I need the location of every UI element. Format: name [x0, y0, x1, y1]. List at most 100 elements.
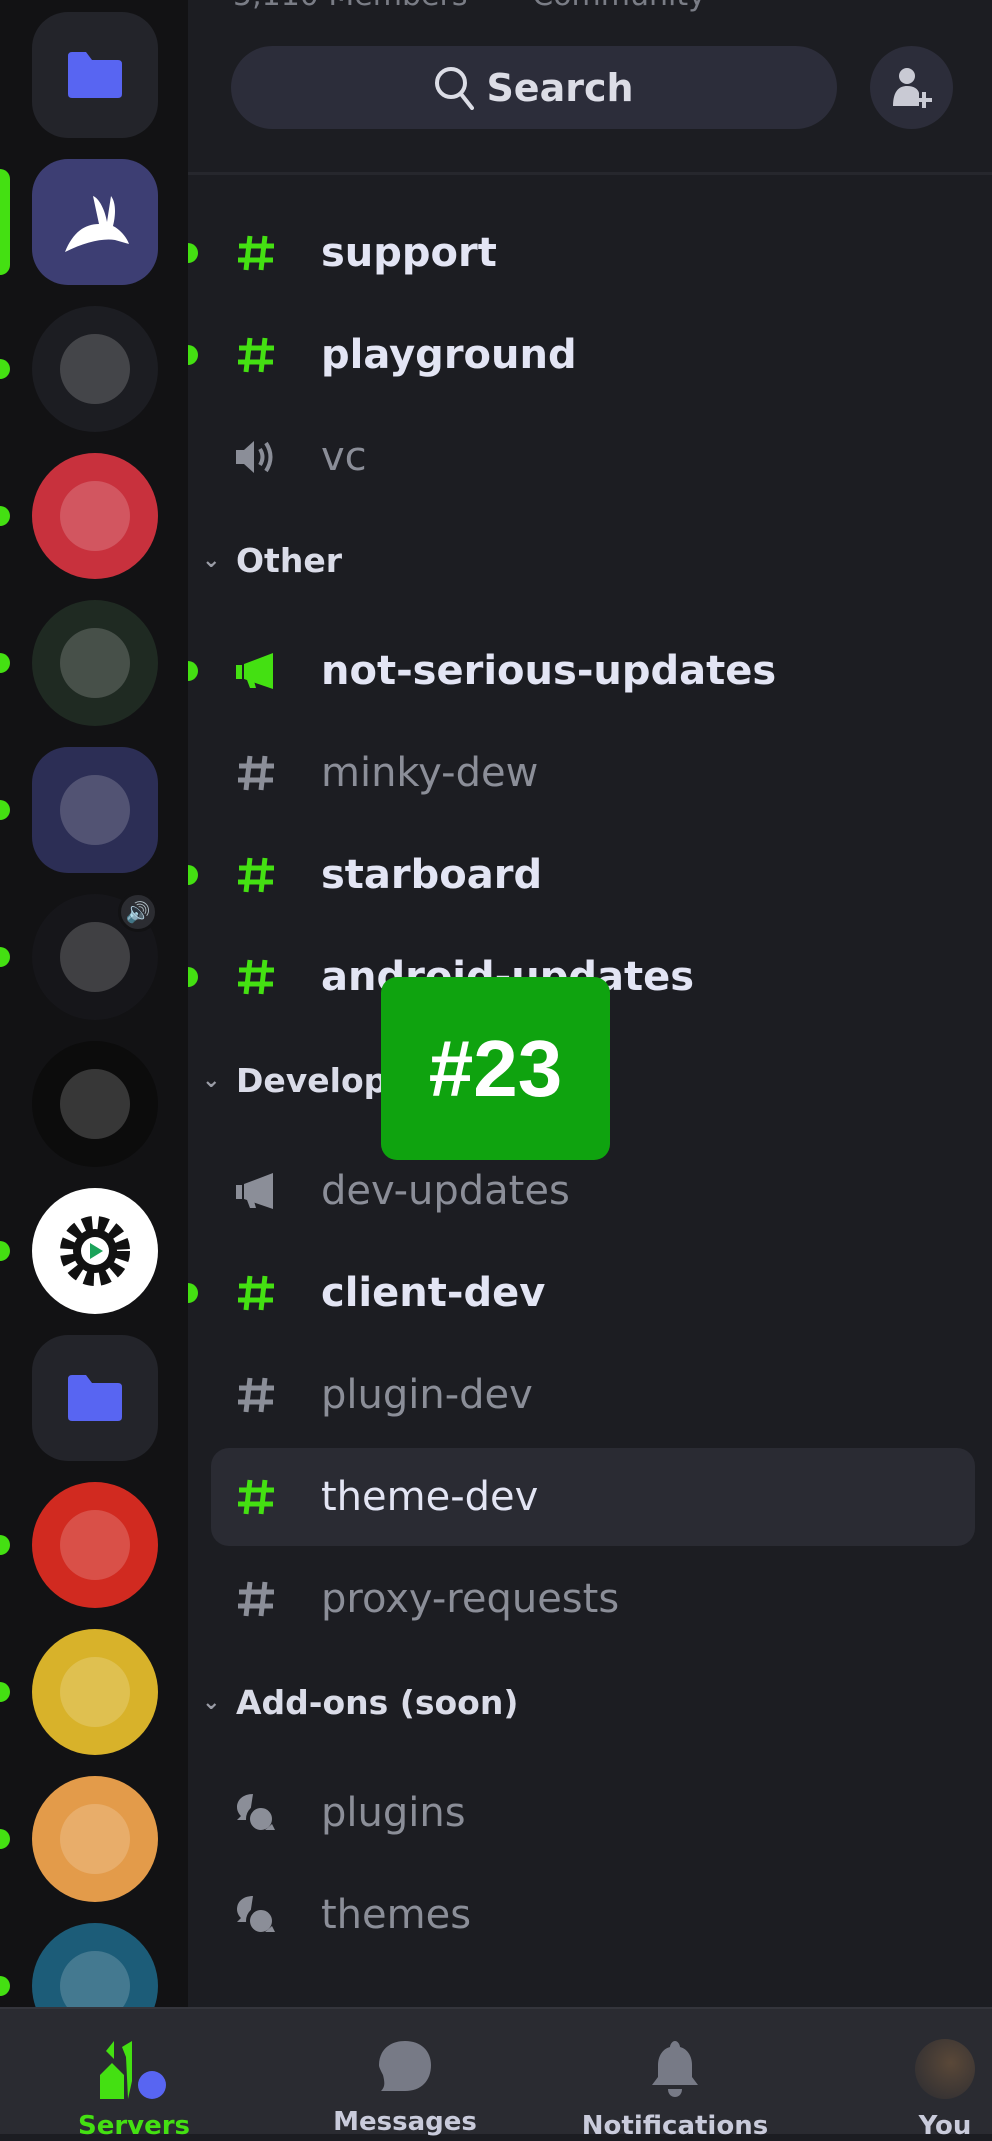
- nav-label: Messages: [333, 2107, 477, 2137]
- unread-indicator: [0, 800, 10, 820]
- hashtag-icon: [233, 332, 279, 378]
- server-red-phone-server[interactable]: [32, 453, 158, 579]
- chevron-down-icon: ⌄: [202, 548, 221, 573]
- channel-label: client-dev: [321, 1270, 546, 1316]
- server-folder[interactable]: [32, 12, 158, 138]
- server-m-glitch-server[interactable]: [32, 1041, 158, 1167]
- server-gear-play-server[interactable]: [32, 1188, 158, 1314]
- server-rail: 🔊: [0, 0, 188, 2007]
- channel-label: themes: [321, 1892, 472, 1938]
- server-info: 5,110 Members • Community: [233, 0, 706, 13]
- server-portrait-server[interactable]: [32, 1629, 158, 1755]
- channel-support[interactable]: support: [188, 204, 975, 302]
- nav-label: Notifications: [581, 2111, 769, 2141]
- server-avatar: [60, 1804, 130, 1874]
- folder-icon: [68, 52, 122, 98]
- voice-speaker-icon: 🔊: [118, 892, 158, 932]
- unread-indicator: [188, 865, 198, 885]
- server-tiger-server[interactable]: [32, 1482, 158, 1608]
- server-folder-2[interactable]: [32, 1335, 158, 1461]
- channel-label: plugins: [321, 1790, 466, 1836]
- user-avatar: [915, 2039, 975, 2099]
- server-avatar: [60, 1510, 130, 1580]
- megaphone-icon: [233, 1168, 279, 1214]
- server-avatar: [60, 775, 130, 845]
- server-green-a-server[interactable]: [32, 600, 158, 726]
- channel-proxy-requests[interactable]: proxy-requests: [211, 1550, 975, 1648]
- server-avatar: [60, 481, 130, 551]
- unread-indicator: [0, 359, 10, 379]
- unread-indicator: [0, 1241, 10, 1261]
- member-count: 5,110 Members: [233, 0, 467, 13]
- channel-label: theme-dev: [321, 1474, 539, 1520]
- chevron-down-icon: ⌄: [202, 1068, 221, 1093]
- chevron-down-icon: ⌄: [202, 1690, 221, 1715]
- server-avatar: [60, 1657, 130, 1727]
- channel-vc[interactable]: vc: [211, 408, 975, 506]
- hashtag-icon: [233, 750, 279, 796]
- channel-label: playground: [321, 332, 577, 378]
- divider: [188, 172, 992, 175]
- nav-label: Servers: [77, 2111, 191, 2141]
- server-rabbit-server[interactable]: [32, 159, 158, 285]
- hashtag-icon: [233, 954, 279, 1000]
- nav-messages[interactable]: Messages: [305, 2009, 505, 2137]
- speaker-icon: [233, 434, 279, 480]
- unread-indicator: [0, 1535, 10, 1555]
- channel-label: plugin-dev: [321, 1372, 533, 1418]
- channel-starboard[interactable]: starboard: [188, 826, 975, 924]
- server-orange-x-server[interactable]: [32, 1776, 158, 1902]
- forum-icon: [233, 1790, 279, 1836]
- hashtag-icon: [233, 1474, 279, 1520]
- unread-indicator: [188, 243, 198, 263]
- server-rainbow-phone-server[interactable]: [32, 306, 158, 432]
- separator: •: [491, 0, 509, 13]
- bottom-nav: Servers Messages Notifications You: [0, 2007, 992, 2141]
- channel-label: minky-dew: [321, 750, 539, 796]
- nav-you[interactable]: You: [845, 2009, 992, 2141]
- bell-icon: [652, 2041, 698, 2097]
- channel-not-serious-updates[interactable]: not-serious-updates: [188, 622, 975, 720]
- gear-icon: [60, 1216, 130, 1286]
- channel-plugin-dev[interactable]: plugin-dev: [211, 1346, 975, 1444]
- unread-indicator: [0, 653, 10, 673]
- server-avatar: [60, 1069, 130, 1139]
- channel-themes[interactable]: themes: [211, 1866, 975, 1964]
- forum-icon: [233, 1892, 279, 1938]
- category-label: Other: [236, 541, 342, 580]
- channel-label: not-serious-updates: [321, 648, 777, 694]
- servers-icon: [100, 2041, 166, 2099]
- category-add-ons-soon-[interactable]: ⌄ Add-ons (soon): [202, 1683, 518, 1722]
- category-label: Add-ons (soon): [236, 1683, 519, 1722]
- hashtag-icon: [233, 1576, 279, 1622]
- rabbit-icon: [65, 196, 129, 252]
- hashtag-icon: [233, 852, 279, 898]
- channel-label: starboard: [321, 852, 543, 898]
- unread-indicator: [188, 661, 198, 681]
- server-folder-group[interactable]: [32, 747, 158, 873]
- hashtag-icon: [233, 230, 279, 276]
- nav-servers[interactable]: Servers: [34, 2009, 234, 2141]
- channel-client-dev[interactable]: client-dev: [188, 1244, 975, 1342]
- channel-theme-dev[interactable]: theme-dev: [211, 1448, 975, 1546]
- unread-indicator: [0, 947, 10, 967]
- unread-indicator: [0, 506, 10, 526]
- nav-label: You: [918, 2111, 972, 2141]
- channel-playground[interactable]: playground: [188, 306, 975, 404]
- unread-indicator: [0, 1829, 10, 1849]
- server-type: Community: [532, 0, 706, 13]
- category-other[interactable]: ⌄ Other: [202, 541, 342, 580]
- hashtag-icon: [233, 1372, 279, 1418]
- search-button[interactable]: Search: [231, 46, 837, 129]
- nav-notifications[interactable]: Notifications: [575, 2009, 775, 2141]
- server-avatar: [60, 1951, 130, 2007]
- channel-minky-dew[interactable]: minky-dew: [211, 724, 975, 822]
- invite-members-button[interactable]: [870, 46, 953, 129]
- unread-indicator: [0, 1682, 10, 1702]
- search-label: Search: [486, 65, 634, 110]
- channel-label: dev-updates: [321, 1168, 570, 1214]
- server-avatar: [60, 334, 130, 404]
- channel-plugins[interactable]: plugins: [211, 1764, 975, 1862]
- unread-indicator: [188, 967, 198, 987]
- server-seventy-seven-server[interactable]: [32, 1923, 158, 2007]
